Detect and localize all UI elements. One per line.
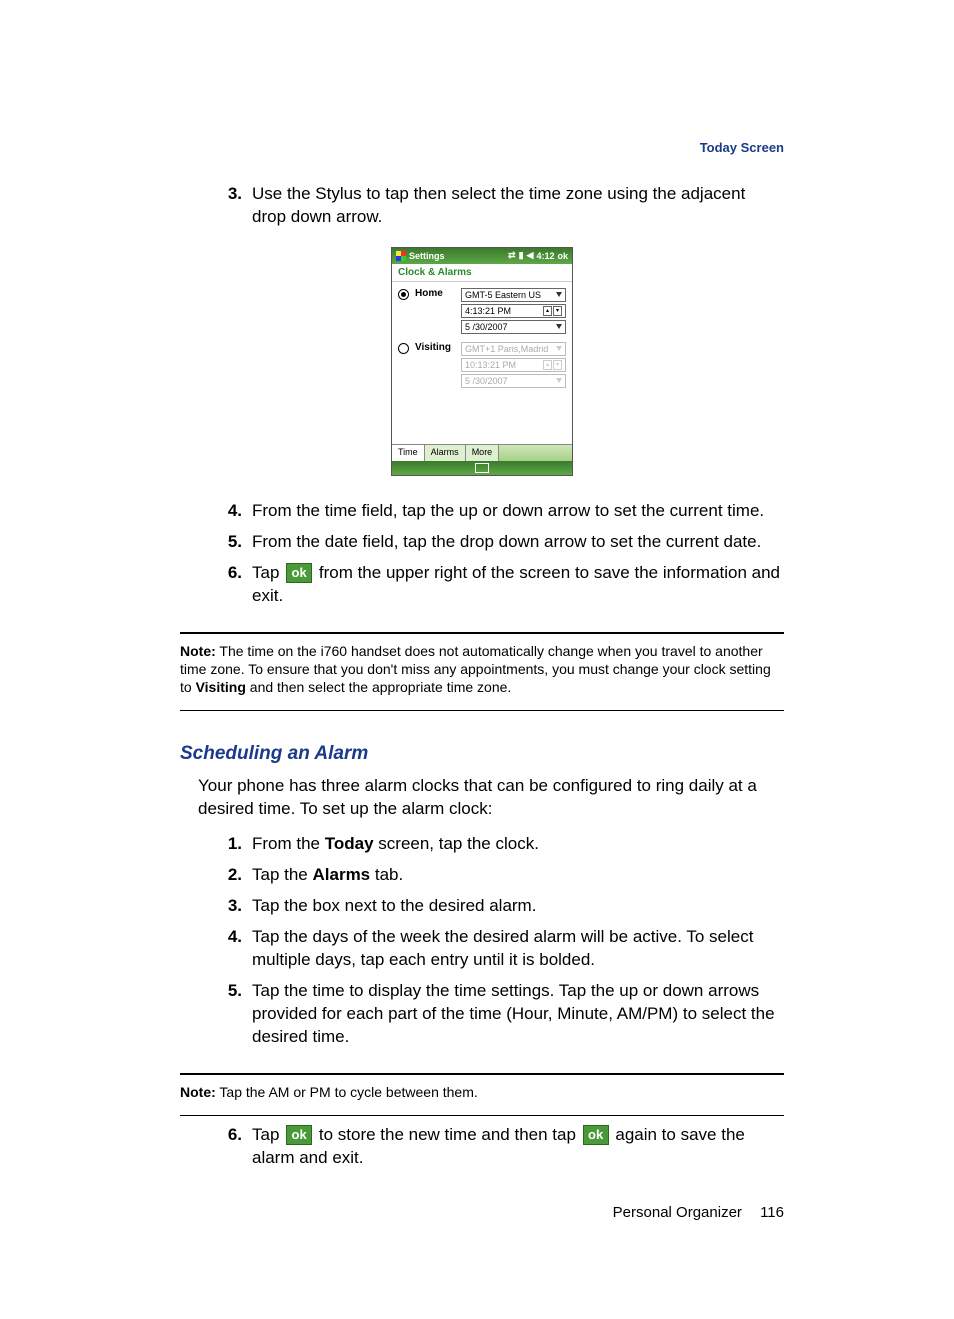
tab-alarms[interactable]: Alarms bbox=[425, 445, 466, 461]
clock-alarms-heading: Clock & Alarms bbox=[392, 264, 572, 282]
step-text: Tap ok to store the new time and then ta… bbox=[252, 1124, 784, 1170]
subheading-scheduling-alarm: Scheduling an Alarm bbox=[180, 743, 784, 765]
home-radio[interactable] bbox=[398, 289, 409, 300]
chevron-down-icon bbox=[556, 292, 562, 297]
step-number: 3. bbox=[218, 895, 242, 918]
soft-key-bar bbox=[392, 461, 572, 475]
windows-icon bbox=[396, 251, 406, 261]
up-arrow-icon[interactable]: ▴ bbox=[543, 360, 552, 370]
divider bbox=[180, 1073, 784, 1075]
status-time: 4:12 bbox=[536, 251, 554, 261]
antenna-icon: ▮ bbox=[519, 250, 524, 261]
page-footer: Personal Organizer 116 bbox=[180, 1204, 784, 1221]
note-block: Note: The time on the i760 handset does … bbox=[180, 642, 784, 697]
visiting-label: Visiting bbox=[415, 342, 455, 353]
step-number: 5. bbox=[218, 531, 242, 554]
visiting-time-field[interactable]: 10:13:21 PM ▴▾ bbox=[461, 358, 566, 372]
note-label: Note: bbox=[180, 1084, 216, 1100]
chapter-name: Personal Organizer bbox=[613, 1204, 742, 1221]
step-text: From the Today screen, tap the clock. bbox=[252, 833, 784, 856]
divider bbox=[180, 632, 784, 634]
section-header: Today Screen bbox=[180, 140, 784, 155]
step-text: Use the Stylus to tap then select the ti… bbox=[252, 183, 784, 229]
ok-icon: ok bbox=[286, 563, 312, 583]
page-number: 116 bbox=[760, 1204, 784, 1221]
home-time-field[interactable]: 4:13:21 PM ▴▾ bbox=[461, 304, 566, 318]
step-number: 4. bbox=[218, 926, 242, 972]
step-text: From the date field, tap the drop down a… bbox=[252, 531, 784, 554]
ok-icon: ok bbox=[583, 1125, 609, 1145]
signal-icon: ⇄ bbox=[508, 250, 516, 261]
step-number: 3. bbox=[218, 183, 242, 229]
step-text: From the time field, tap the up or down … bbox=[252, 500, 784, 523]
note-block: Note: Tap the AM or PM to cycle between … bbox=[180, 1083, 784, 1101]
ok-button-titlebar[interactable]: ok bbox=[557, 251, 568, 261]
visiting-timezone-dropdown[interactable]: GMT+1 Paris,Madrid bbox=[461, 342, 566, 356]
down-arrow-icon[interactable]: ▾ bbox=[553, 306, 562, 316]
home-label: Home bbox=[415, 288, 455, 299]
steps-list-a: 3. Use the Stylus to tap then select the… bbox=[180, 183, 784, 229]
divider bbox=[180, 710, 784, 711]
visiting-radio[interactable] bbox=[398, 343, 409, 354]
chevron-down-icon bbox=[556, 324, 562, 329]
up-arrow-icon[interactable]: ▴ bbox=[543, 306, 552, 316]
chevron-down-icon bbox=[556, 346, 562, 351]
step-text: Tap the days of the week the desired ala… bbox=[252, 926, 784, 972]
step-text: Tap the box next to the desired alarm. bbox=[252, 895, 784, 918]
step-number: 4. bbox=[218, 500, 242, 523]
step-text: Tap the Alarms tab. bbox=[252, 864, 784, 887]
steps-list-b: 1. From the Today screen, tap the clock.… bbox=[180, 833, 784, 1049]
intro-text: Your phone has three alarm clocks that c… bbox=[198, 775, 784, 821]
step-number: 6. bbox=[218, 1124, 242, 1170]
phone-title-bar: Settings ⇄ ▮ ◀ 4:12 ok bbox=[392, 248, 572, 264]
step-number: 6. bbox=[218, 562, 242, 608]
home-timezone-dropdown[interactable]: GMT-5 Eastern US bbox=[461, 288, 566, 302]
step-text: Tap ok from the upper right of the scree… bbox=[252, 562, 784, 608]
keyboard-icon[interactable] bbox=[475, 463, 489, 473]
home-date-dropdown[interactable]: 5 /30/2007 bbox=[461, 320, 566, 334]
step-text: Tap the time to display the time setting… bbox=[252, 980, 784, 1049]
phone-screenshot: Settings ⇄ ▮ ◀ 4:12 ok Clock & Alarms Ho… bbox=[180, 247, 784, 478]
visiting-date-dropdown[interactable]: 5 /30/2007 bbox=[461, 374, 566, 388]
title-bar-text: Settings bbox=[409, 251, 445, 261]
down-arrow-icon[interactable]: ▾ bbox=[553, 360, 562, 370]
step-number: 1. bbox=[218, 833, 242, 856]
note-label: Note: bbox=[180, 643, 216, 659]
step-number: 5. bbox=[218, 980, 242, 1049]
step-number: 2. bbox=[218, 864, 242, 887]
chevron-down-icon bbox=[556, 378, 562, 383]
tab-more[interactable]: More bbox=[466, 445, 500, 461]
tab-time[interactable]: Time bbox=[392, 445, 425, 461]
ok-icon: ok bbox=[286, 1125, 312, 1145]
divider bbox=[180, 1115, 784, 1116]
volume-icon: ◀ bbox=[527, 250, 534, 261]
